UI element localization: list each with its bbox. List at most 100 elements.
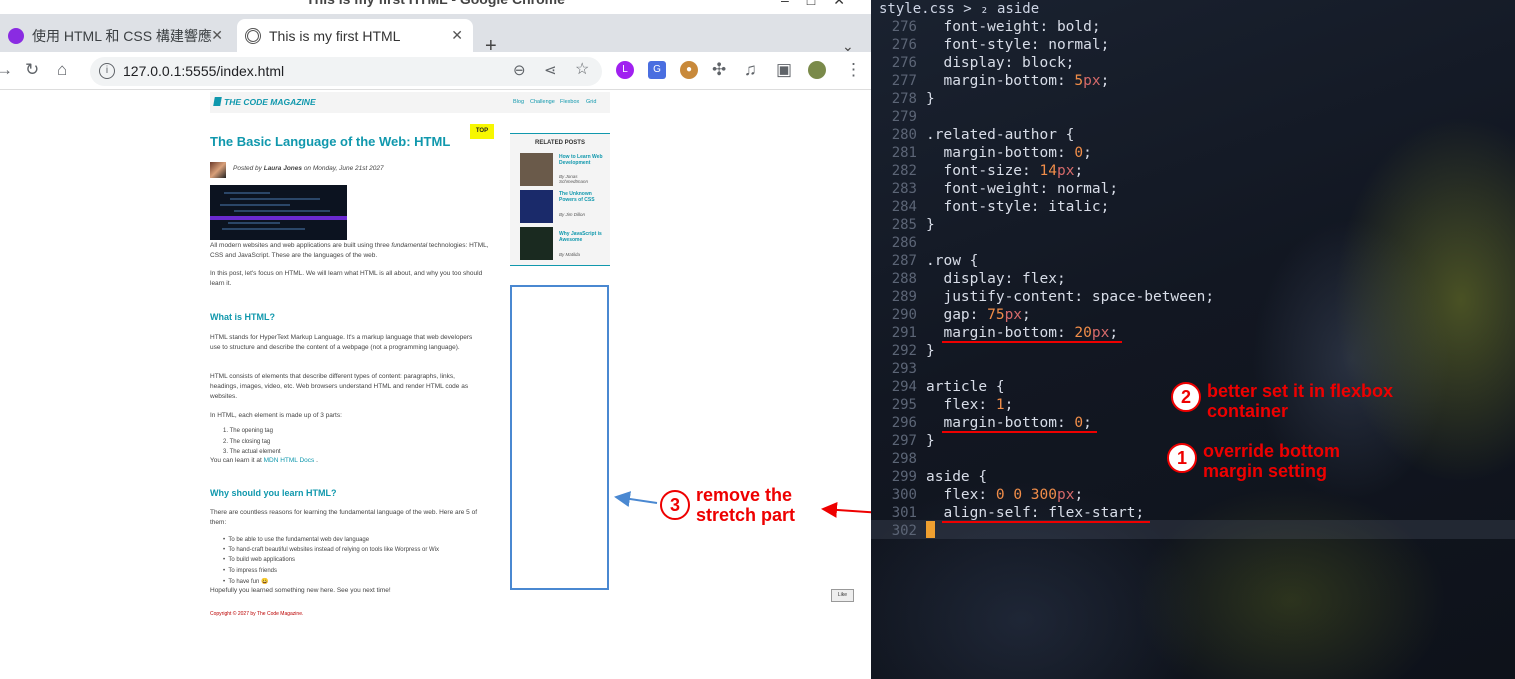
related-item[interactable]: The Unknown Powers of CSS By Jim Dillon — [520, 190, 610, 223]
code-line[interactable]: flex: 1; — [926, 396, 1013, 414]
underline-2 — [942, 341, 1122, 343]
related-title[interactable]: How to Learn Web Development — [559, 154, 607, 166]
line-number: 298 — [891, 451, 917, 467]
reason-text: To be able to use the fundamental web de… — [228, 537, 370, 543]
code-line[interactable]: .row { — [926, 252, 978, 270]
close-icon[interactable]: ✕ — [211, 27, 223, 44]
list-item: • To impress friends — [223, 568, 278, 574]
heading-why-learn-html: Why should you learn HTML? — [210, 488, 337, 498]
related-title[interactable]: The Unknown Powers of CSS — [559, 191, 607, 203]
intro-paragraph-2: In this post, let's focus on HTML. We wi… — [210, 270, 483, 287]
annotation-text-1: override bottom margin setting — [1203, 441, 1341, 481]
code-line[interactable]: font-size: 14px; — [926, 162, 1083, 180]
window-title: This is my first HTML - Google Chrome — [0, 0, 871, 9]
code-line[interactable]: margin-bottom: 0; — [926, 144, 1091, 162]
annotation-number-2: 2 — [1171, 382, 1201, 412]
avatar[interactable] — [808, 61, 826, 79]
code-line[interactable]: aside { — [926, 468, 987, 486]
cookie-icon[interactable]: ● — [680, 61, 698, 79]
code-line[interactable]: font-style: italic; — [926, 198, 1109, 216]
author-name: Laura Jones — [263, 165, 303, 172]
code-line[interactable]: display: flex; — [926, 270, 1065, 288]
code-image — [210, 185, 347, 240]
close-icon[interactable]: ✕ — [451, 27, 463, 44]
code-line[interactable]: } — [926, 342, 935, 360]
tab-1[interactable]: 使用 HTML 和 CSS 構建響應 ✕ — [0, 19, 233, 52]
nav-flexbox[interactable]: Flexbox — [560, 99, 579, 105]
line-number: 276 — [891, 19, 917, 35]
code-line[interactable]: article { — [926, 378, 1005, 396]
side-panel-icon[interactable]: ▣ — [776, 60, 792, 80]
tab-label: 使用 HTML 和 CSS 構建響應 — [32, 27, 212, 44]
page-content: THE CODE MAGAZINE Blog Challenge Flexbox… — [0, 90, 871, 679]
address-bar[interactable]: i 127.0.0.1:5555/index.html ⊖ ⋖ ☆ — [90, 57, 602, 86]
home-icon[interactable]: ⌂ — [57, 60, 67, 80]
extensions-puzzle-icon[interactable]: ✣ — [712, 60, 726, 80]
related-author: By Matilda — [559, 252, 581, 257]
nav-challenge[interactable]: Challenge — [530, 99, 555, 105]
code-line[interactable]: margin-bottom: 0; — [926, 414, 1091, 432]
underline-1 — [942, 431, 1097, 433]
site-logo[interactable]: THE CODE MAGAZINE — [224, 97, 316, 107]
line-number: 299 — [891, 469, 917, 485]
code-line[interactable]: font-weight: bold; — [926, 18, 1100, 36]
annotation-number-3: 3 — [660, 490, 690, 520]
code-line[interactable]: display: block; — [926, 54, 1074, 72]
menu-icon[interactable]: ⋮ — [845, 60, 862, 80]
url-text[interactable]: 127.0.0.1:5555/index.html — [123, 63, 284, 79]
heading-what-is-html: What is HTML? — [210, 312, 275, 322]
line-number: 286 — [891, 235, 917, 251]
code-line[interactable]: align-self: flex-start; — [926, 504, 1144, 522]
related-thumbnail — [520, 227, 553, 260]
line-number: 280 — [891, 127, 917, 143]
related-item[interactable]: How to Learn Web Development By Jonas Sc… — [520, 153, 610, 186]
annotation-text-3: remove the stretch part — [696, 485, 796, 525]
nav-blog[interactable]: Blog — [513, 99, 524, 105]
line-number: 278 — [891, 91, 917, 107]
what-paragraph-1: HTML stands for HyperText Markup Languag… — [210, 334, 473, 351]
related-title[interactable]: Why JavaScript is Awesome — [559, 231, 607, 243]
share-icon[interactable]: ⋖ — [544, 61, 557, 81]
line-number: 300 — [891, 487, 917, 503]
list-item: • To be able to use the fundamental web … — [223, 537, 370, 543]
zoom-icon[interactable]: ⊖ — [513, 61, 526, 81]
media-icon[interactable]: ♫ — [744, 60, 757, 80]
browser-toolbar: → ↻ ⌂ i 127.0.0.1:5555/index.html ⊖ ⋖ ☆ … — [0, 52, 871, 90]
mdn-link[interactable]: MDN HTML Docs — [264, 457, 315, 464]
like-button[interactable]: Like — [831, 589, 854, 602]
code-line[interactable]: margin-bottom: 20px; — [926, 324, 1118, 342]
nav-grid[interactable]: Grid — [586, 99, 596, 105]
translate-icon[interactable]: G — [648, 61, 666, 79]
stretched-aside-highlight — [510, 285, 609, 590]
related-thumbnail — [520, 190, 553, 223]
breadcrumb[interactable]: style.css > ₂ aside — [879, 0, 1039, 18]
list-item: • To have fun 😀 — [223, 579, 269, 585]
tab-2-active[interactable]: This is my first HTML ✕ — [237, 19, 473, 52]
code-line[interactable]: font-weight: normal; — [926, 180, 1118, 198]
line-number: 283 — [891, 181, 917, 197]
window-controls[interactable]: –□✕ — [781, 0, 863, 9]
code-line[interactable]: font-style: normal; — [926, 36, 1109, 54]
line-number: 302 — [891, 523, 917, 539]
code-line[interactable]: flex: 0 0 300px; — [926, 486, 1083, 504]
line-number: 284 — [891, 199, 917, 215]
code-line[interactable]: } — [926, 216, 935, 234]
code-line[interactable]: gap: 75px; — [926, 306, 1030, 324]
reload-icon[interactable]: ↻ — [25, 60, 39, 80]
logo-icon — [213, 97, 222, 106]
forward-icon[interactable]: → — [0, 60, 13, 80]
code-line[interactable]: .related-author { — [926, 126, 1074, 144]
extension-icon[interactable]: L — [616, 61, 634, 79]
code-line[interactable]: margin-bottom: 5px; — [926, 72, 1109, 90]
code-line[interactable]: justify-content: space-between; — [926, 288, 1214, 306]
code-line[interactable]: } — [926, 90, 935, 108]
related-item[interactable]: Why JavaScript is Awesome By Matilda — [520, 227, 610, 260]
list-item: 2. The closing tag — [223, 439, 271, 445]
code-editor: style.css > ₂ aside 276 font-weight: bol… — [871, 0, 1515, 679]
top-label: TOP — [470, 124, 494, 139]
code-line[interactable]: } — [926, 432, 935, 450]
tab-bar: 使用 HTML 和 CSS 構建響應 ✕ This is my first HT… — [0, 14, 871, 57]
bookmark-star-icon[interactable]: ☆ — [575, 60, 589, 80]
info-icon[interactable]: i — [99, 63, 115, 79]
intro-a: All modern websites and web applications… — [210, 242, 392, 249]
